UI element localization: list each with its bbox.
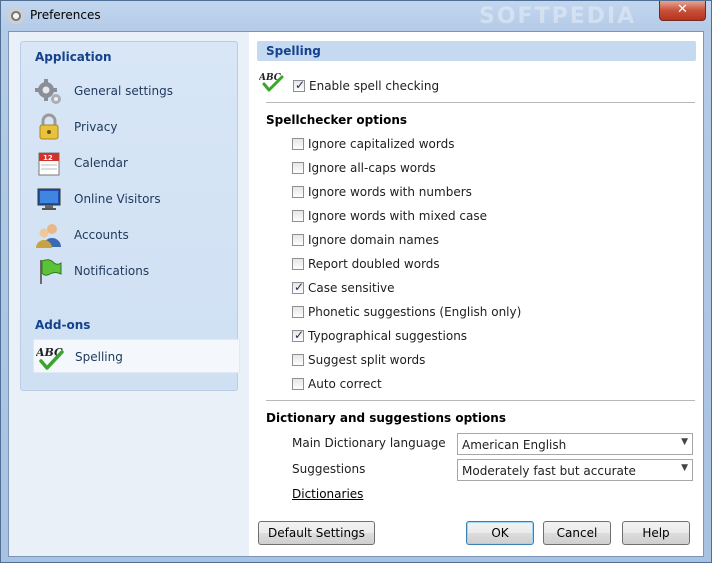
chevron-down-icon[interactable]: ▼ — [681, 463, 688, 473]
selected-value: American English — [462, 438, 567, 452]
preferences-window: Preferences SOFTPEDIA ✕ Application Gene… — [0, 0, 712, 563]
watermark: SOFTPEDIA — [479, 4, 637, 29]
checkbox-box[interactable] — [292, 234, 304, 246]
gears-icon — [35, 79, 61, 104]
users-icon — [36, 224, 61, 248]
sidebar-item-label: Accounts — [74, 228, 129, 242]
suggestions-select[interactable]: Moderately fast but accurate ▼ — [457, 459, 693, 481]
monitor-icon — [37, 188, 61, 210]
chevron-down-icon[interactable]: ▼ — [681, 437, 688, 447]
navigation-panel: Application General settings Privacy 12 … — [20, 41, 240, 391]
checkbox-box[interactable]: ✓ — [293, 78, 306, 92]
checkbox-label: Auto correct — [308, 377, 382, 391]
sidebar-item-online-visitors[interactable]: Online Visitors — [33, 182, 239, 216]
separator — [266, 400, 695, 401]
checkbox-box[interactable]: ✓ — [292, 328, 305, 342]
checkbox-label: Enable spell checking — [309, 79, 440, 93]
checkbox-box[interactable]: ✓ — [292, 280, 305, 294]
separator — [266, 102, 695, 103]
checkbox-box[interactable] — [292, 186, 304, 198]
dialog-client-area: Application General settings Privacy 12 … — [8, 31, 704, 557]
checkbox-box[interactable] — [292, 378, 304, 390]
checkmark-icon: ✓ — [295, 78, 306, 92]
suggestions-label: Suggestions — [292, 462, 366, 476]
addons-heading: Add-ons — [35, 318, 91, 332]
default-settings-button[interactable]: Default Settings — [258, 521, 375, 545]
dictionaries-link[interactable]: Dictionaries — [292, 487, 363, 501]
sidebar-item-label: Spelling — [75, 350, 123, 364]
dictionary-options-title: Dictionary and suggestions options — [266, 411, 506, 425]
checkbox-label: Report doubled words — [308, 257, 440, 271]
checkbox-label: Ignore words with numbers — [308, 185, 472, 199]
title-bar[interactable]: Preferences SOFTPEDIA ✕ — [1, 1, 711, 31]
checkbox-label: Ignore capitalized words — [308, 137, 455, 151]
help-button[interactable]: Help — [622, 521, 690, 545]
checkmark-icon: ✓ — [294, 280, 305, 294]
svg-text:12: 12 — [43, 154, 53, 162]
sidebar-item-calendar[interactable]: 12 Calendar — [33, 146, 239, 180]
sidebar-item-spelling[interactable]: ABC Spelling — [33, 339, 240, 373]
checkbox-label: Case sensitive — [308, 281, 395, 295]
sidebar-item-label: Privacy — [74, 120, 118, 134]
padlock-icon — [39, 113, 59, 140]
window-title: Preferences — [30, 8, 101, 22]
sidebar-item-label: Online Visitors — [74, 192, 161, 206]
abc-check-icon: ABC — [259, 73, 284, 92]
flag-icon — [40, 259, 62, 284]
ok-button[interactable]: OK — [466, 521, 534, 545]
checkbox-label: Ignore domain names — [308, 233, 440, 247]
checkbox-label: Suggest split words — [308, 353, 426, 367]
checkbox-box[interactable] — [292, 162, 304, 174]
checkbox-box[interactable] — [292, 354, 304, 366]
sidebar-item-privacy[interactable]: Privacy — [33, 110, 239, 144]
checkbox-box[interactable] — [292, 306, 304, 318]
checkbox-box[interactable] — [292, 210, 304, 222]
main-dictionary-language-select[interactable]: American English ▼ — [457, 433, 693, 455]
section-header: Spelling — [257, 41, 696, 61]
abc-check-icon: ABC — [36, 346, 64, 370]
checkbox-box[interactable] — [292, 138, 304, 150]
spelling-settings-panel: Spelling ABC ✓ Enable spell checking Spe… — [249, 32, 703, 556]
sidebar-item-label: Calendar — [74, 156, 128, 170]
checkbox-label: Ignore words with mixed case — [308, 209, 487, 223]
checkbox-label: Phonetic suggestions (English only) — [308, 305, 522, 319]
left-pane: Application General settings Privacy 12 … — [9, 32, 249, 556]
sidebar-item-general-settings[interactable]: General settings — [33, 74, 239, 108]
spellchecker-options-title: Spellchecker options — [266, 113, 408, 127]
checkmark-icon: ✓ — [294, 328, 305, 342]
close-icon: ✕ — [677, 2, 688, 17]
sidebar-item-label: General settings — [74, 84, 173, 98]
main-dictionary-language-label: Main Dictionary language — [292, 436, 446, 450]
checkbox-label: Typographical suggestions — [308, 329, 468, 343]
sidebar-item-notifications[interactable]: Notifications — [33, 254, 239, 288]
sidebar-item-accounts[interactable]: Accounts — [33, 218, 239, 252]
gear-icon — [8, 8, 24, 24]
calendar-icon: 12 — [38, 152, 60, 176]
section-title: Spelling — [266, 44, 321, 58]
application-heading: Application — [35, 50, 112, 64]
cancel-button[interactable]: Cancel — [543, 521, 611, 545]
sidebar-item-label: Notifications — [74, 264, 150, 278]
checkbox-label: Ignore all-caps words — [308, 161, 436, 175]
selected-value: Moderately fast but accurate — [462, 464, 636, 478]
close-button[interactable]: ✕ — [659, 1, 706, 21]
checkbox-box[interactable] — [292, 258, 304, 270]
